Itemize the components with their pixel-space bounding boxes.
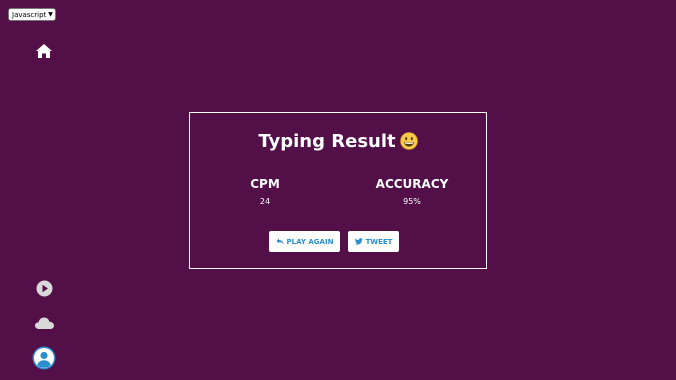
result-card: Typing Result CPM 24 ACCURACY 95% PLAY A… (189, 112, 487, 269)
chevron-down-icon: ▼ (48, 11, 53, 18)
cpm-label: CPM (250, 177, 280, 191)
undo-arrow-icon (276, 238, 284, 245)
cpm-value: 24 (259, 197, 271, 206)
user-avatar-button[interactable] (32, 346, 56, 374)
cloud-icon (34, 315, 55, 334)
play-again-button[interactable]: PLAY AGAIN (269, 231, 340, 252)
tweet-label: TWEET (365, 237, 393, 246)
home-icon (35, 43, 53, 63)
language-select[interactable]: Javascript ▼ (8, 8, 56, 21)
accuracy-value: 95% (403, 197, 421, 206)
grinning-face-emoji-icon (399, 132, 418, 150)
play-again-label: PLAY AGAIN (286, 237, 334, 246)
user-avatar-icon (32, 346, 56, 374)
language-select-value: Javascript (12, 10, 47, 19)
cloud-button[interactable] (33, 313, 55, 335)
play-circle-icon (36, 280, 53, 301)
accuracy-label: ACCURACY (375, 177, 449, 191)
play-button[interactable] (33, 279, 55, 301)
home-button[interactable] (33, 42, 55, 64)
page: Javascript ▼ Typing Result CPM 24 ACCURA… (0, 0, 676, 380)
result-title-row: Typing Result (190, 129, 486, 155)
result-title: Typing Result (258, 131, 396, 152)
tweet-button[interactable]: TWEET (348, 231, 399, 252)
twitter-icon (354, 238, 363, 245)
